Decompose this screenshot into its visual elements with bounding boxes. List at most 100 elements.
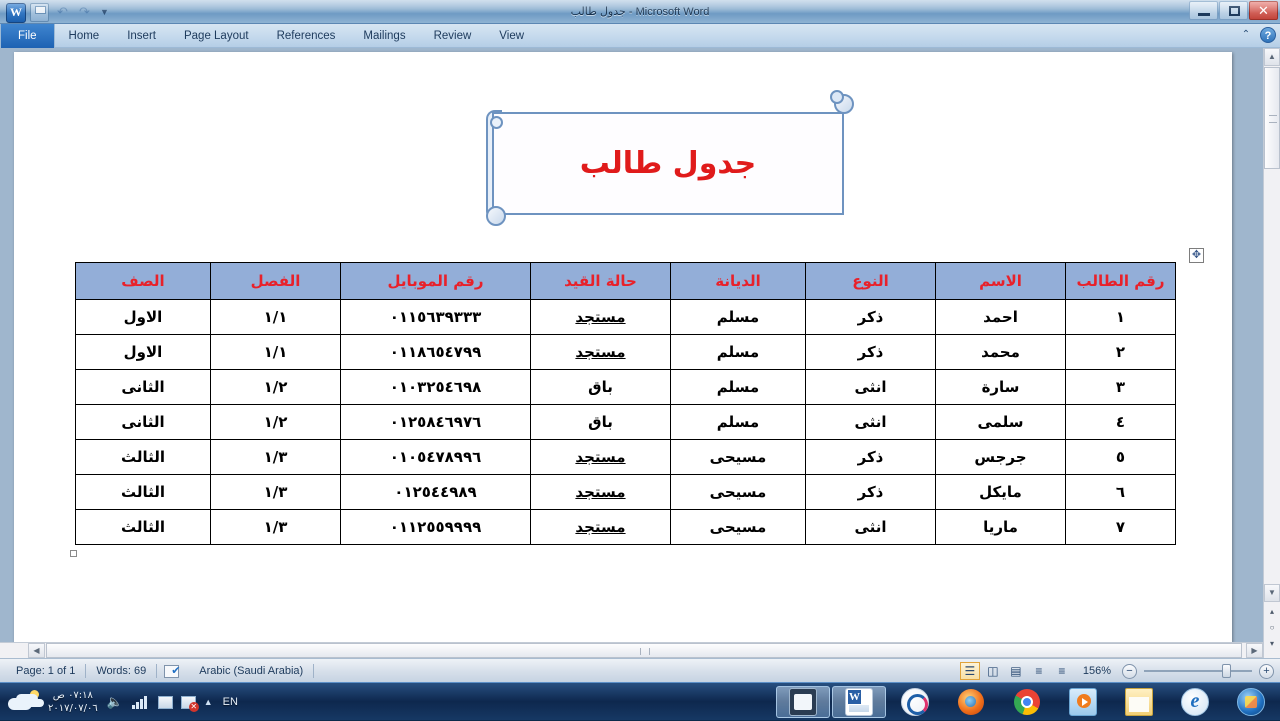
taskbar-apps <box>776 685 1278 719</box>
cell-status: مستجد <box>530 439 671 475</box>
language-bar[interactable]: EN <box>221 696 240 708</box>
header-grade: الصف <box>75 262 211 300</box>
select-browse-object-icon[interactable]: ○ <box>1265 621 1279 636</box>
cell-section: ١/٢ <box>210 404 341 440</box>
cell-section: ١/١ <box>210 299 341 335</box>
table-row[interactable]: ٢ محمد ذكر مسلم مستجد ٠١١٨٦٥٤٧٩٩ ١/١ الا… <box>75 334 1176 370</box>
cell-student-id: ٤ <box>1065 404 1176 440</box>
document-title-banner[interactable]: جدول طالب <box>474 90 854 226</box>
cell-religion: مسلم <box>670 404 806 440</box>
table-body: ١ احمد ذكر مسلم مستجد ٠١١٥٦٣٩٣٣٣ ١/١ الا… <box>75 299 1176 545</box>
taskbar-screen-recorder[interactable] <box>776 686 830 718</box>
cell-student-id: ١ <box>1065 299 1176 335</box>
web-layout-view-button[interactable]: ▤ <box>1006 662 1026 680</box>
zoom-slider-thumb[interactable] <box>1222 664 1231 678</box>
tab-mailings[interactable]: Mailings <box>349 24 419 48</box>
cell-name: ماريا <box>935 509 1066 545</box>
outline-view-button[interactable]: ≡ <box>1029 662 1049 680</box>
word-icon <box>845 688 873 716</box>
browse-next-icon[interactable]: ▾ <box>1265 637 1279 652</box>
tab-review[interactable]: Review <box>420 24 486 48</box>
help-icon[interactable]: ? <box>1260 27 1276 43</box>
tab-insert[interactable]: Insert <box>113 24 170 48</box>
scroll-up-icon[interactable]: ▲ <box>1264 48 1280 66</box>
header-name: الاسم <box>935 262 1066 300</box>
table-row[interactable]: ١ احمد ذكر مسلم مستجد ٠١١٥٦٣٩٣٣٣ ١/١ الا… <box>75 299 1176 335</box>
volume-icon[interactable]: 🔈 <box>106 693 124 711</box>
taskbar-windows-explorer[interactable] <box>1112 686 1166 718</box>
scroll-down-icon[interactable]: ▼ <box>1264 584 1280 602</box>
zoom-out-button[interactable]: − <box>1122 663 1137 679</box>
draft-view-button[interactable]: ≡ <box>1052 662 1072 680</box>
proofing-errors-icon[interactable] <box>163 663 183 679</box>
clock-time: ٠٧:١٨ ص <box>52 690 93 701</box>
taskbar-microsoft-word[interactable] <box>832 686 886 718</box>
weather-icon[interactable] <box>6 689 40 715</box>
cell-gender: ذكر <box>805 299 936 335</box>
full-screen-reading-view-button[interactable]: ◫ <box>983 662 1003 680</box>
vertical-scrollbar[interactable]: ▲ ▼ ▴ ○ ▾ <box>1263 48 1280 658</box>
cell-religion: مسيحى <box>670 474 806 510</box>
table-row[interactable]: ٧ ماريا انثى مسيحى مستجد ٠١١٢٥٥٩٩٩٩ ١/٣ … <box>75 509 1176 545</box>
start-button[interactable] <box>1224 686 1278 718</box>
minimize-ribbon-icon[interactable]: ⌃ <box>1238 27 1254 43</box>
tab-view[interactable]: View <box>485 24 538 48</box>
taskbar-google-chrome[interactable] <box>1000 686 1054 718</box>
scroll-right-icon[interactable]: ▶ <box>1246 643 1263 658</box>
tab-home[interactable]: Home <box>55 24 114 48</box>
taskbar-internet-explorer[interactable] <box>1168 686 1222 718</box>
zoom-in-button[interactable]: + <box>1259 663 1274 679</box>
table-row[interactable]: ٤ سلمى انثى مسلم باق ٠١٢٥٨٤٦٩٧٦ ١/٢ الثا… <box>75 404 1176 440</box>
cell-name: احمد <box>935 299 1066 335</box>
document-page[interactable]: جدول طالب ✥ رقم الطالب الاسم النوع الديا… <box>14 52 1232 643</box>
print-layout-view-button[interactable]: ☰ <box>959 662 980 680</box>
horizontal-scrollbar[interactable]: ◀ ▶ <box>0 642 1263 658</box>
flag-alert-icon[interactable]: ✕ <box>180 695 199 712</box>
network-icon[interactable] <box>131 695 150 709</box>
ribbon-right-controls: ⌃ ? <box>1238 27 1276 43</box>
cell-status: باق <box>530 404 671 440</box>
cloud-shape <box>8 698 32 710</box>
word-count[interactable]: Words: 69 <box>86 659 156 683</box>
vertical-scroll-thumb[interactable] <box>1264 67 1280 169</box>
cell-grade: الثانى <box>75 404 211 440</box>
cell-phone: ٠١١٥٦٣٩٣٣٣ <box>340 299 531 335</box>
tab-references[interactable]: References <box>263 24 350 48</box>
taskbar-mozilla-firefox[interactable] <box>944 686 998 718</box>
tab-page-layout[interactable]: Page Layout <box>170 24 263 48</box>
scroll-left-icon[interactable]: ◀ <box>28 643 45 658</box>
cell-student-id: ٢ <box>1065 334 1176 370</box>
restore-button[interactable] <box>1219 1 1248 20</box>
cell-gender: ذكر <box>805 474 936 510</box>
cell-religion: مسلم <box>670 334 806 370</box>
taskbar-media-player[interactable] <box>1056 686 1110 718</box>
cell-phone: ٠١١٨٦٥٤٧٩٩ <box>340 334 531 370</box>
cell-student-id: ٥ <box>1065 439 1176 475</box>
language-indicator[interactable]: Arabic (Saudi Arabia) <box>189 659 313 683</box>
minimize-button[interactable] <box>1189 1 1218 20</box>
clock[interactable]: ٠٧:١٨ ص ٢٠١٧/٠٧/٠٦ <box>48 689 98 715</box>
cell-student-id: ٧ <box>1065 509 1176 545</box>
banner-top-right-curl <box>830 90 854 114</box>
zoom-level[interactable]: 156% <box>1075 665 1119 677</box>
action-center-icon[interactable] <box>157 695 173 709</box>
header-section: الفصل <box>210 262 341 300</box>
table-row[interactable]: ٥ جرجس ذكر مسيحى مستجد ٠١٠٥٤٧٨٩٩٦ ١/٣ ال… <box>75 439 1176 475</box>
table-resize-handle[interactable] <box>70 550 77 557</box>
table-move-handle-icon[interactable]: ✥ <box>1189 248 1204 263</box>
horizontal-scroll-thumb[interactable] <box>46 643 1242 658</box>
table-row[interactable]: ٦ مايكل ذكر مسيحى مستجد ٠١٢٥٤٤٩٨٩ ١/٣ ال… <box>75 474 1176 510</box>
browse-previous-icon[interactable]: ▴ <box>1265 605 1279 620</box>
page-indicator[interactable]: Page: 1 of 1 <box>6 659 85 683</box>
header-religion: الديانة <box>670 262 806 300</box>
tab-file[interactable]: File <box>0 24 55 48</box>
zoom-slider[interactable] <box>1144 663 1252 679</box>
show-hidden-icons-icon[interactable]: ▲ <box>204 697 213 707</box>
firefox-icon <box>958 689 984 715</box>
table-header-row: رقم الطالب الاسم النوع الديانة حالة القي… <box>75 262 1176 300</box>
table-row[interactable]: ٣ سارة انثى مسلم باق ٠١٠٣٢٥٤٦٩٨ ١/٢ الثا… <box>75 369 1176 405</box>
student-table: رقم الطالب الاسم النوع الديانة حالة القي… <box>75 262 1176 545</box>
close-button[interactable]: ✕ <box>1249 1 1278 20</box>
window-controls: ✕ <box>1189 1 1278 20</box>
taskbar-internet-download-manager[interactable] <box>888 686 942 718</box>
